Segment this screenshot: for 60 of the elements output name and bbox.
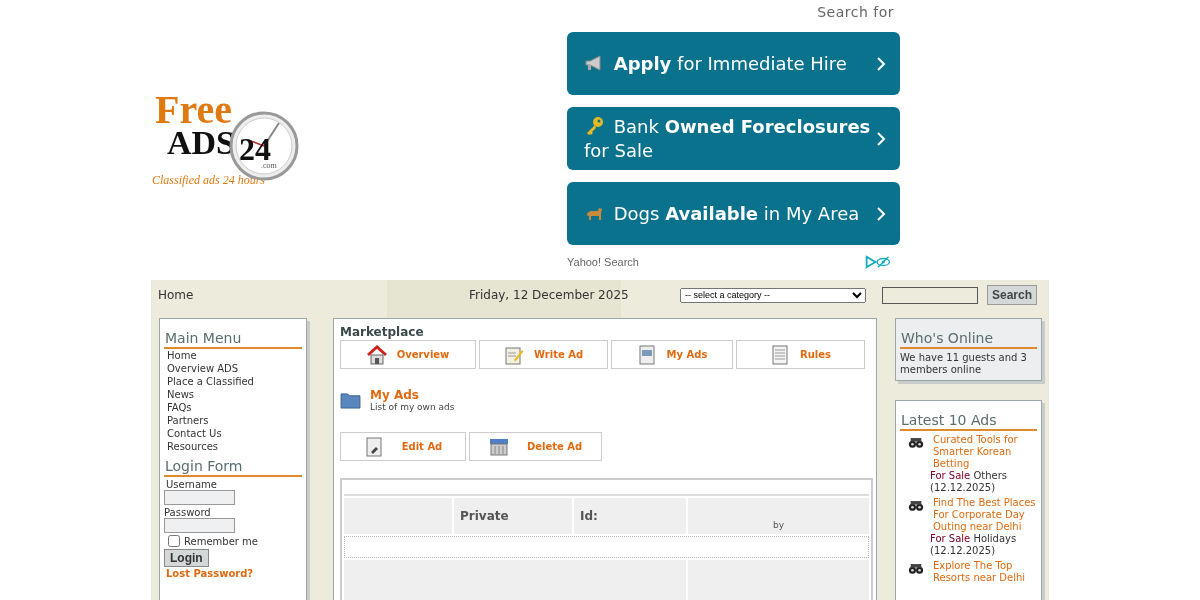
menu-item[interactable]: Partners <box>164 414 302 427</box>
binoculars-icon <box>908 562 924 575</box>
chevron-icon <box>876 130 886 147</box>
ad-date: (12.12.2025) <box>930 482 997 494</box>
section-subtitle: List of my own ads <box>370 402 455 412</box>
menu-title: Main Menu <box>164 329 302 349</box>
menu-item[interactable]: FAQs <box>164 401 302 414</box>
section-title: My Ads <box>370 388 420 402</box>
ad-category: Holidays <box>973 533 1017 544</box>
ad-title-link[interactable]: Curated Tools for Smarter Korean Betting <box>930 434 1037 470</box>
menu-item[interactable]: Place a Classified <box>164 375 302 388</box>
house-icon <box>366 344 387 365</box>
menu-item[interactable]: News <box>164 388 302 401</box>
shredder-icon <box>488 436 509 457</box>
ad-title-link[interactable]: Find The Best Places For Corporate Day Outing near Delhi <box>930 497 1037 533</box>
document-icon <box>770 344 790 365</box>
table-cell: Private <box>454 498 572 534</box>
ad-link[interactable]: Bank Owned Foreclosures for Sale <box>567 107 900 170</box>
ad-date: (12.12.2025) <box>930 545 997 557</box>
megaphone-icon <box>584 52 604 73</box>
table-cell: by <box>688 498 869 534</box>
ad-category: Others <box>973 470 1007 481</box>
search-button[interactable]: Search <box>987 285 1038 305</box>
ad-provider: Yahoo! Search <box>567 256 639 268</box>
login-title: Login Form <box>164 457 302 477</box>
remember-checkbox[interactable] <box>168 535 180 547</box>
menu-item[interactable]: Resources <box>164 440 302 453</box>
ad-link[interactable]: Apply for Immediate Hire <box>567 32 900 95</box>
password-label: Password <box>164 507 212 518</box>
chevron-icon <box>876 55 886 72</box>
login-button[interactable]: Login <box>164 549 209 567</box>
notepad-icon <box>503 344 524 365</box>
online-title: Who's Online <box>900 329 1037 349</box>
online-text: We have 11 guests and 3 members online <box>900 352 1028 376</box>
binoculars-icon <box>908 436 924 449</box>
ad-choices-icon[interactable] <box>864 255 892 269</box>
home-link[interactable]: Home <box>158 288 308 302</box>
remember-label: Remember me <box>184 535 258 547</box>
latest-title: Latest 10 Ads <box>900 411 1037 431</box>
document-icon <box>636 344 657 365</box>
category-select[interactable]: -- select a category -- <box>680 287 866 303</box>
ad-type: For Sale <box>930 470 971 481</box>
username-label: Username <box>165 479 218 490</box>
menu-item[interactable]: Contact Us <box>164 427 302 440</box>
search-field[interactable] <box>882 286 978 304</box>
date-text: Friday, 12 December 2025 <box>469 288 630 302</box>
wrench-document-icon <box>363 436 384 457</box>
username-field[interactable] <box>164 490 235 505</box>
binoculars-icon <box>908 499 924 512</box>
folder-icon <box>340 391 361 409</box>
password-field[interactable] <box>164 518 235 533</box>
ad-heading: Search for <box>817 4 894 20</box>
menu-item[interactable]: Overview ADS <box>164 362 302 375</box>
table-cell: Id: <box>574 498 686 534</box>
ad-link[interactable]: Dogs Available in My Area <box>567 182 900 245</box>
page-title: Marketplace <box>340 325 425 339</box>
chevron-icon <box>876 205 886 222</box>
menu-item[interactable]: Home <box>164 349 302 362</box>
ad-title-link[interactable]: Explore The Top Resorts near Delhi <box>930 560 1037 584</box>
ad-type: For Sale <box>930 533 971 544</box>
